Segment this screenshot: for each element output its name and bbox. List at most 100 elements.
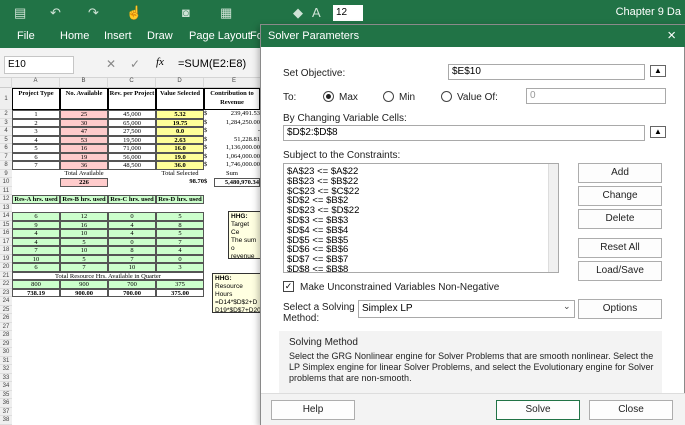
enter-icon[interactable]: ✓ [130,57,140,71]
close-button[interactable]: Close [589,400,673,420]
cell[interactable]: 800 [12,280,60,289]
column-header-b[interactable]: B [60,78,108,88]
changing-cells-input[interactable]: $D$2:$D$8 [283,125,645,141]
cell[interactable]: 3 [156,263,204,272]
cell[interactable]: 3 [12,127,60,136]
change-button[interactable]: Change [578,186,662,206]
cell[interactable]: Res-C hrs. used [108,195,156,204]
cell[interactable]: 375.00 [156,288,204,297]
solving-method-select[interactable]: Simplex LP [358,300,575,318]
row-header[interactable]: 13 [0,203,12,212]
column-header-a[interactable]: A [12,78,60,88]
header-cell[interactable]: Rev. per Project [108,88,156,110]
cell[interactable]: 0.0 [156,127,204,136]
cell[interactable]: - [214,127,260,136]
help-button[interactable]: Help [271,400,355,420]
cell[interactable]: 5 [60,254,108,263]
cell[interactable]: $ [204,161,214,170]
cell[interactable]: 45,000 [108,110,156,119]
row-header[interactable]: 29 [0,339,12,348]
select-all-corner[interactable] [0,78,12,88]
header-cell[interactable]: Contribution to Revenue [204,88,260,110]
cell[interactable]: 375 [156,280,204,289]
row-header[interactable]: 20 [0,263,12,272]
cell[interactable]: 51,228.81 [214,136,260,145]
cell[interactable]: 10 [108,263,156,272]
load-save-button[interactable]: Load/Save [578,261,662,281]
cell[interactable]: 10 [12,254,60,263]
cell[interactable]: 19 [60,152,108,161]
total-selected-label[interactable]: Total Selected [156,170,204,179]
row-header[interactable]: 5 [0,135,12,144]
cell[interactable]: 900 [60,280,108,289]
cell[interactable]: 19,500 [108,135,156,144]
row-header[interactable]: 30 [0,348,12,357]
selected-cell-e10[interactable]: 5,480,970.34 [214,178,260,187]
tab-home[interactable]: Home [60,30,89,42]
cell[interactable]: 36.0 [156,161,204,170]
cell[interactable]: 5 [60,237,108,246]
row-header[interactable]: 25 [0,305,12,314]
cell[interactable]: $ [204,136,214,145]
cell[interactable]: 700 [108,280,156,289]
column-header-d[interactable]: D [156,78,204,88]
cell[interactable]: 0 [156,254,204,263]
cell[interactable]: 98.70 [156,178,204,187]
total-available-label[interactable]: Total Available [60,170,108,179]
cell[interactable]: 700.00 [108,288,156,297]
cell[interactable]: 9 [12,220,60,229]
cell[interactable]: 4 [108,229,156,238]
cell[interactable]: 65,000 [108,118,156,127]
cell[interactable]: 16 [60,220,108,229]
cell[interactable]: 4 [108,220,156,229]
camera-icon[interactable]: ◙ [182,5,190,20]
row-header[interactable]: 3 [0,118,12,127]
row-header[interactable]: 18 [0,246,12,255]
save-icon[interactable]: ▤ [14,5,26,21]
row-header[interactable]: 23 [0,288,12,297]
row-header[interactable]: 9 [0,169,12,178]
reset-all-button[interactable]: Reset All [578,238,662,258]
cell[interactable]: 8 [108,246,156,255]
fx-icon[interactable]: fx [156,56,164,68]
cell[interactable]: 48,500 [108,161,156,170]
cell[interactable]: 12 [60,212,108,221]
max-radio[interactable] [323,91,334,102]
row-header[interactable]: 21 [0,271,12,280]
cell[interactable]: 19.0 [156,152,204,161]
row-header[interactable]: 27 [0,322,12,331]
cell[interactable]: 19.75 [156,118,204,127]
redo-icon[interactable]: ↷ [88,5,99,21]
cell[interactable]: 5 [156,212,204,221]
tab-page-layout[interactable]: Page Layout [189,30,251,42]
tab-draw[interactable]: Draw [147,30,173,42]
solve-button[interactable]: Solve [496,400,580,420]
header-cell[interactable]: No. Available [60,88,108,110]
cell[interactable]: 6 [12,212,60,221]
row-header[interactable]: 8 [0,161,12,170]
cell[interactable]: 16.0 [156,144,204,153]
header-cell[interactable]: Project Type [12,88,60,110]
font-color-icon[interactable]: A [312,5,321,20]
cell[interactable]: 738.19 [12,288,60,297]
cancel-icon[interactable]: ✕ [106,57,116,71]
cell[interactable]: 1,064,000.00 [214,153,260,162]
cell[interactable]: 7 [12,161,60,170]
chevron-down-icon[interactable]: ⌄ [563,301,571,312]
cell[interactable]: 16 [60,144,108,153]
row-header[interactable]: 26 [0,314,12,323]
row-header[interactable]: 15 [0,220,12,229]
cell[interactable]: $ [204,144,214,153]
row-header[interactable]: 2 [0,110,12,119]
cell[interactable]: 1 [12,110,60,119]
row-header[interactable]: 31 [0,356,12,365]
collapse-objective-icon[interactable]: ▲ [650,65,666,77]
row-header[interactable]: 33 [0,373,12,382]
cell[interactable]: 25 [60,110,108,119]
row-header[interactable]: 35 [0,390,12,399]
value-of-radio[interactable] [441,91,452,102]
cell[interactable]: 4 [12,237,60,246]
cell[interactable]: 56,000 [108,152,156,161]
options-button[interactable]: Options [578,299,662,319]
row-header[interactable]: 6 [0,144,12,153]
